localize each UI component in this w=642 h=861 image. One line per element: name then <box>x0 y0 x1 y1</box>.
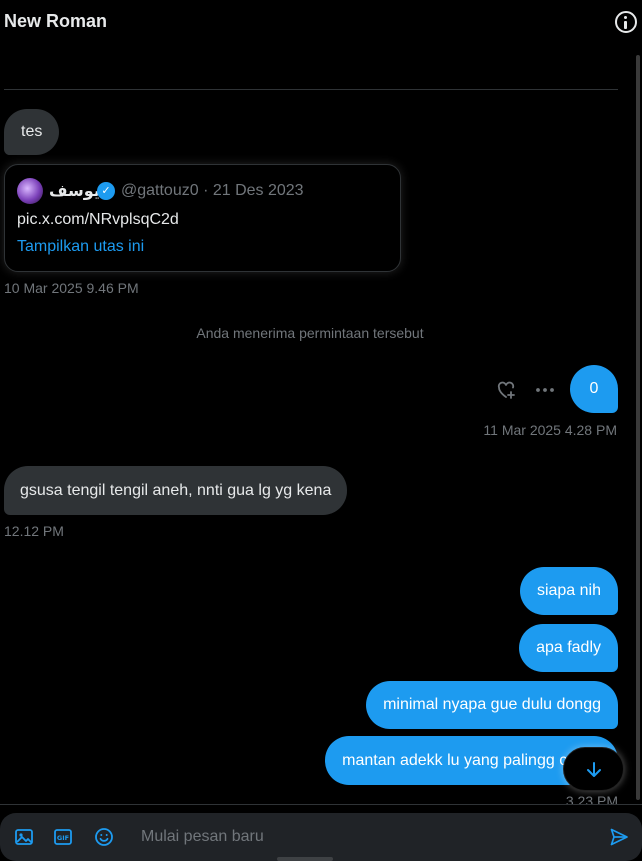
send-icon[interactable] <box>609 827 629 847</box>
scrollbar-thumb[interactable] <box>636 55 640 800</box>
tweet-handle-date: @gattouz0 · 21 Des 2023 <box>121 182 304 199</box>
arrow-down-icon <box>587 762 601 777</box>
svg-text:GIF: GIF <box>57 834 69 842</box>
system-notice: Anda menerima permintaan tersebut <box>196 325 424 341</box>
info-icon[interactable] <box>615 11 637 33</box>
avatar[interactable] <box>17 178 43 204</box>
image-icon[interactable] <box>14 827 34 847</box>
message-bubble-outgoing[interactable]: minimal nyapa gue dulu dongg <box>366 681 618 729</box>
message-text: siapa nih <box>536 582 601 599</box>
message-composer: GIF <box>0 813 642 861</box>
scroll-down-button[interactable] <box>563 747 624 791</box>
message-timestamp: 12.12 PM <box>4 523 64 539</box>
message-text: minimal nyapa gue dulu dongg <box>383 696 601 713</box>
more-horizontal-icon[interactable] <box>533 378 557 402</box>
message-text: 0 <box>589 380 599 397</box>
message-bubble-incoming[interactable]: gsusa tengil tengil aneh, nnti gua lg yg… <box>4 466 348 515</box>
message-bubble-outgoing[interactable]: siapa nih <box>519 567 618 615</box>
message-timestamp: 10 Mar 2025 9.46 PM <box>4 280 139 296</box>
header-divider <box>4 89 618 90</box>
message-text: gsusa tengil tengil aneh, nnti gua lg yg… <box>20 481 332 499</box>
message-text: tes <box>21 123 43 140</box>
conversation-title: New Roman <box>4 11 108 31</box>
message-input[interactable] <box>141 826 581 848</box>
tweet-author-name: يوسف <box>49 183 100 200</box>
show-thread-link[interactable]: Tampilkan utas ini <box>17 238 144 256</box>
message-timestamp: 11 Mar 2025 4.28 PM <box>483 422 617 438</box>
emoji-icon[interactable] <box>94 827 114 847</box>
gif-icon[interactable]: GIF <box>53 827 73 847</box>
quoted-tweet-card[interactable]: يوسف ✓ @gattouz0 · 21 Des 2023 pic.x.com… <box>4 164 401 272</box>
resize-handle[interactable] <box>277 857 333 861</box>
message-bubble-incoming[interactable]: tes <box>4 109 60 155</box>
tweet-url[interactable]: pic.x.com/NRvplsqC2d <box>17 211 179 229</box>
message-text: apa fadly <box>536 639 601 656</box>
message-bubble-outgoing[interactable]: 0 <box>570 365 618 413</box>
message-bubble-outgoing[interactable]: apa fadly <box>519 624 618 672</box>
conversation-header: New Roman <box>0 0 642 44</box>
verified-badge-icon: ✓ <box>97 182 115 200</box>
heart-plus-icon[interactable] <box>494 378 518 402</box>
